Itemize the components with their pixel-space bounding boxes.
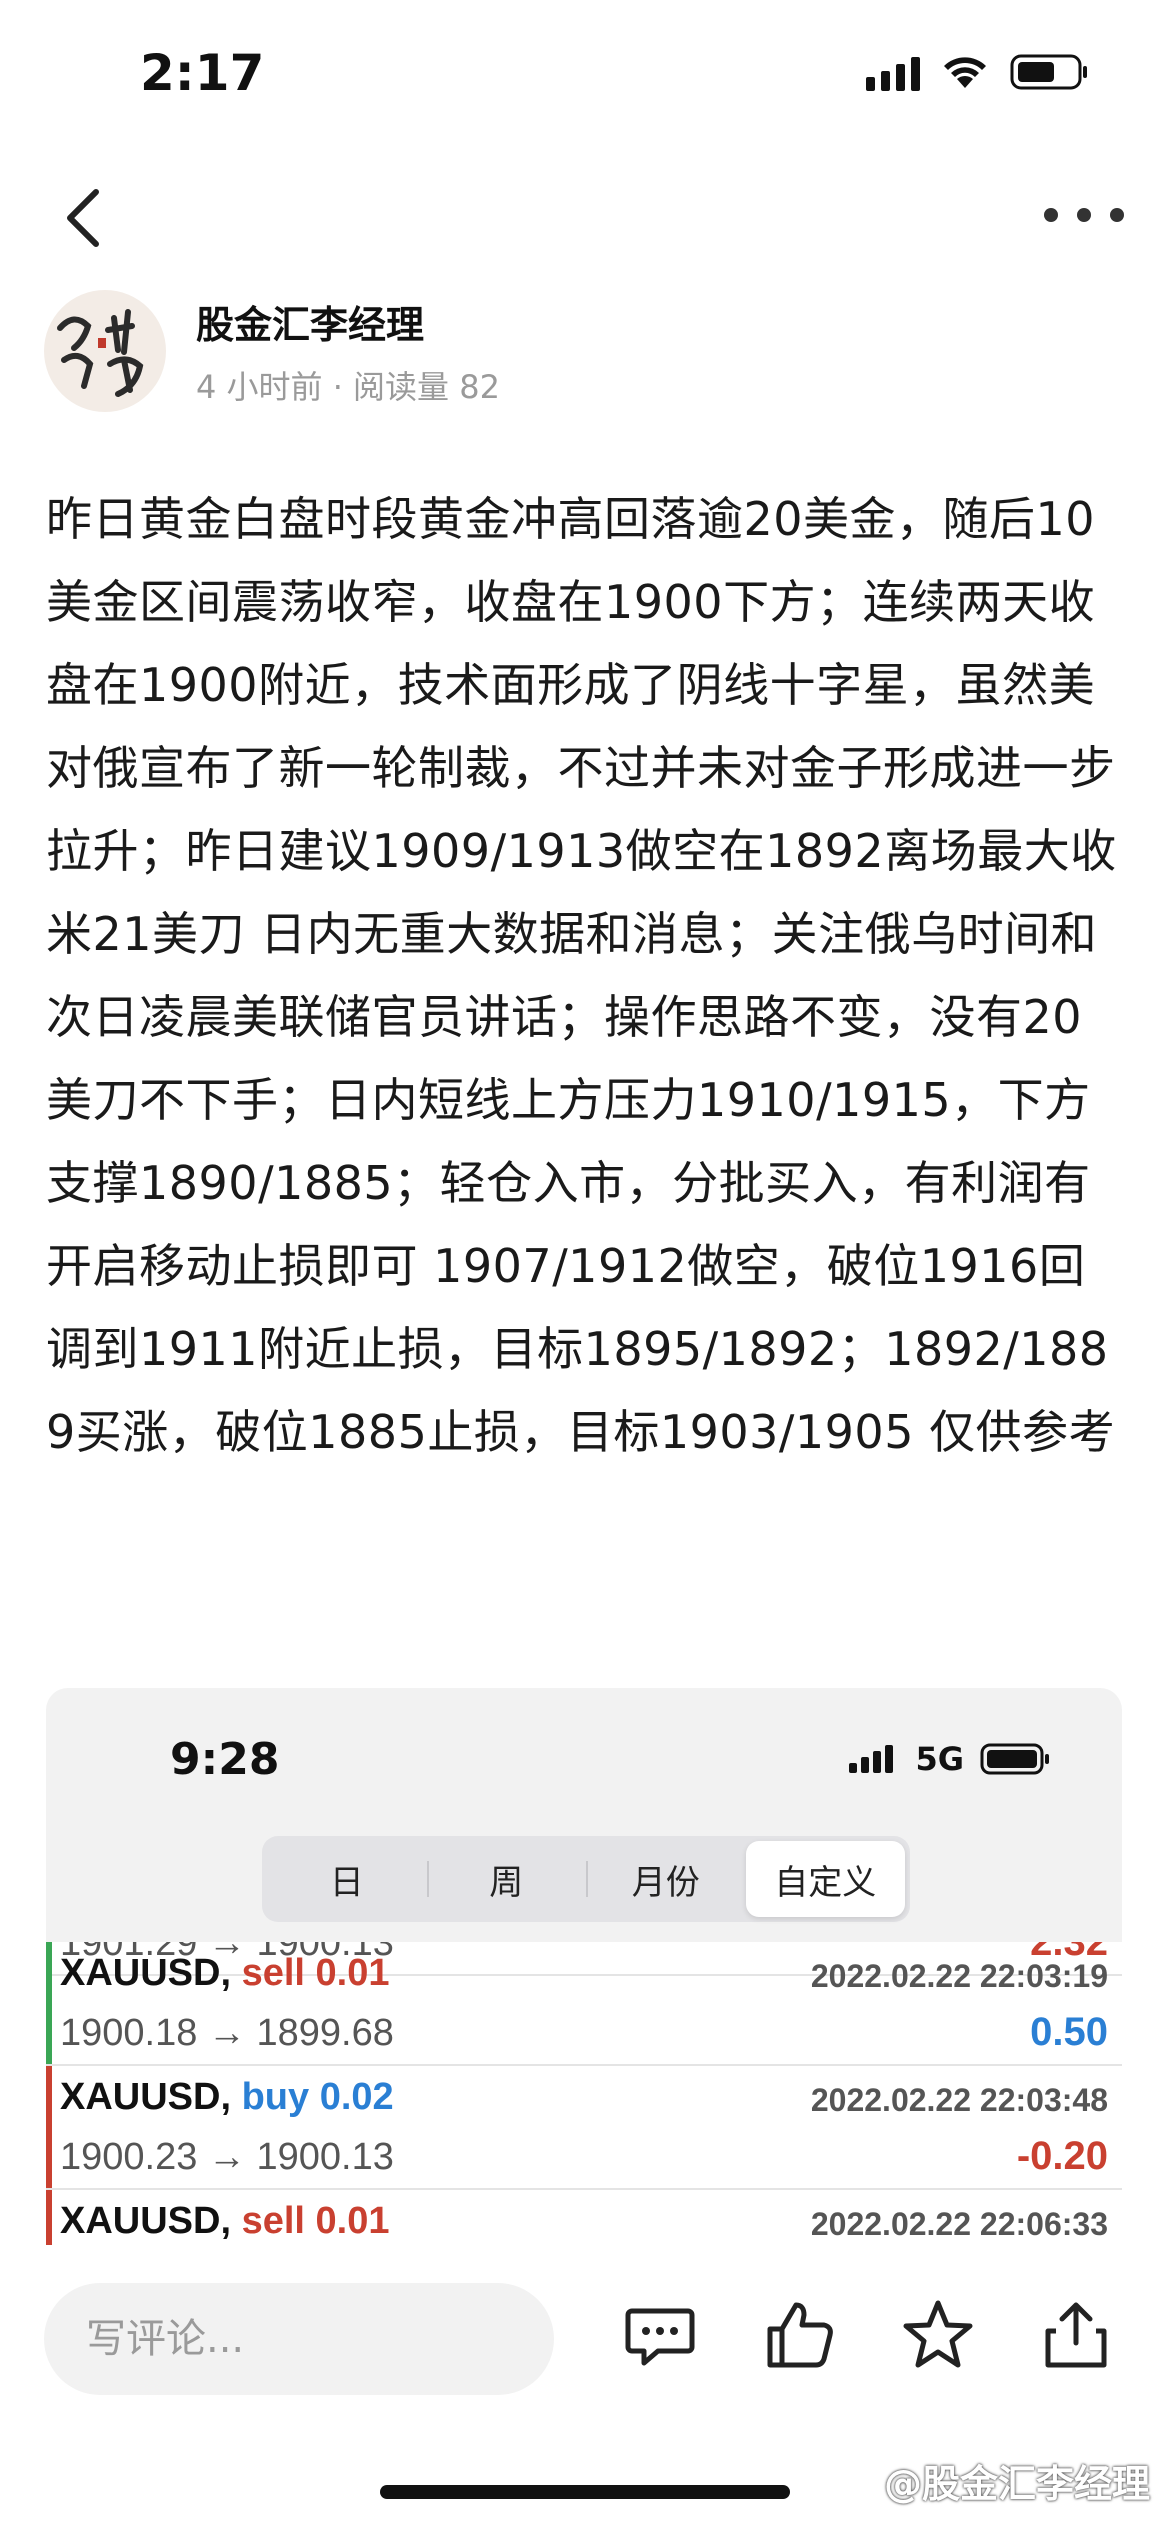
trade-history-list: 1901.29 → 1900.13 2.32 XAUUSD, sell 0.01 20… (46, 1942, 1122, 2248)
trade-symbol-text: XAUUSD, (60, 2200, 232, 2242)
like-icon[interactable] (762, 2297, 838, 2373)
status-bar: 2:17 (0, 0, 1170, 150)
status-time: 2:17 (140, 44, 265, 102)
trade-symbol: XAUUSD, buy 0.02 (60, 2076, 394, 2119)
trade-side: buy 0.02 (241, 2076, 394, 2118)
trade-time: 2022.02.22 22:06:33 (810, 2206, 1108, 2242)
favorite-star-icon[interactable] (900, 2297, 976, 2373)
trade-symbol: XAUUSD, sell 0.01 (60, 2200, 390, 2243)
network-type-label: 5G (915, 1740, 964, 1778)
avatar[interactable] (44, 290, 166, 412)
wifi-icon (944, 57, 986, 88)
trade-status-bar (46, 2190, 52, 2248)
embedded-status-icons: 5G (847, 1740, 1052, 1778)
trade-side: sell 0.01 (241, 1952, 390, 1994)
trade-time: 2022.02.22 22:03:19 (810, 1958, 1108, 1994)
trade-row[interactable]: XAUUSD, buy 0.02 2022.02.22 22:03:48 1900.… (46, 2066, 1122, 2190)
more-dot-icon (1077, 208, 1091, 222)
segment-custom[interactable]: 自定义 (745, 1841, 905, 1917)
trade-row[interactable]: XAUUSD, sell 0.01 2022.02.22 22:06:33 (46, 2190, 1122, 2248)
trade-status-bar (46, 1942, 52, 2064)
comment-icon[interactable] (622, 2297, 698, 2373)
calligraphy-avatar-image (57, 309, 144, 397)
author-name[interactable]: 股金汇李经理 (196, 294, 424, 349)
article-body: 昨日黄金白盘时段黄金冲高回落逾20美金，随后10美金区间震荡收窄，收盘在1900… (46, 492, 1117, 1459)
trade-symbol: XAUUSD, sell 0.01 (60, 1952, 390, 1995)
trade-time: 2022.02.22 22:03:48 (810, 2082, 1108, 2118)
chevron-left-icon (67, 189, 99, 247)
trade-side: sell 0.01 (241, 2200, 390, 2242)
bottom-action-bar: 写评论... @股金汇李经理 (0, 2245, 1170, 2532)
trade-prices: 1900.18 → 1899.68 (60, 2012, 394, 2054)
trade-prices: 1900.23 → 1900.13 (60, 2136, 394, 2178)
share-icon[interactable] (1038, 2297, 1114, 2373)
signal-icon (866, 53, 920, 91)
trade-profit: 0.50 (1030, 2010, 1108, 2054)
battery-icon (980, 1743, 1049, 1775)
segment-month[interactable]: 月份 (586, 1841, 746, 1917)
trade-profit: -0.20 (1016, 2134, 1108, 2178)
period-segmented-control: 日 周 月份 自定义 (262, 1836, 910, 1922)
more-options-button[interactable] (1044, 190, 1124, 240)
watermark: @股金汇李经理 (883, 2462, 1150, 2506)
segment-day[interactable]: 日 (267, 1841, 427, 1917)
segment-week[interactable]: 周 (426, 1841, 587, 1917)
embedded-status-time: 9:28 (170, 1734, 280, 1785)
battery-icon (1010, 54, 1087, 90)
trade-symbol-text: XAUUSD, (60, 2076, 232, 2118)
trade-symbol-text: XAUUSD, (60, 1952, 232, 1994)
post-meta: 4 小时前 · 阅读量 82 (196, 368, 500, 406)
trade-status-bar (46, 2066, 52, 2188)
home-indicator (380, 2485, 790, 2499)
back-button[interactable] (56, 178, 116, 258)
more-dot-icon (1044, 208, 1058, 222)
comment-input[interactable]: 写评论... (44, 2283, 554, 2395)
embedded-screenshot[interactable]: 9:28 5G 日 周 月份 自定义 1901.29 → 1900.13 2.32… (46, 1688, 1122, 2248)
status-icons (866, 52, 1090, 92)
signal-icon (849, 1745, 894, 1773)
more-dot-icon (1110, 208, 1124, 222)
trade-row[interactable]: XAUUSD, sell 0.01 2022.02.22 22:03:19 1900… (46, 1942, 1122, 2066)
